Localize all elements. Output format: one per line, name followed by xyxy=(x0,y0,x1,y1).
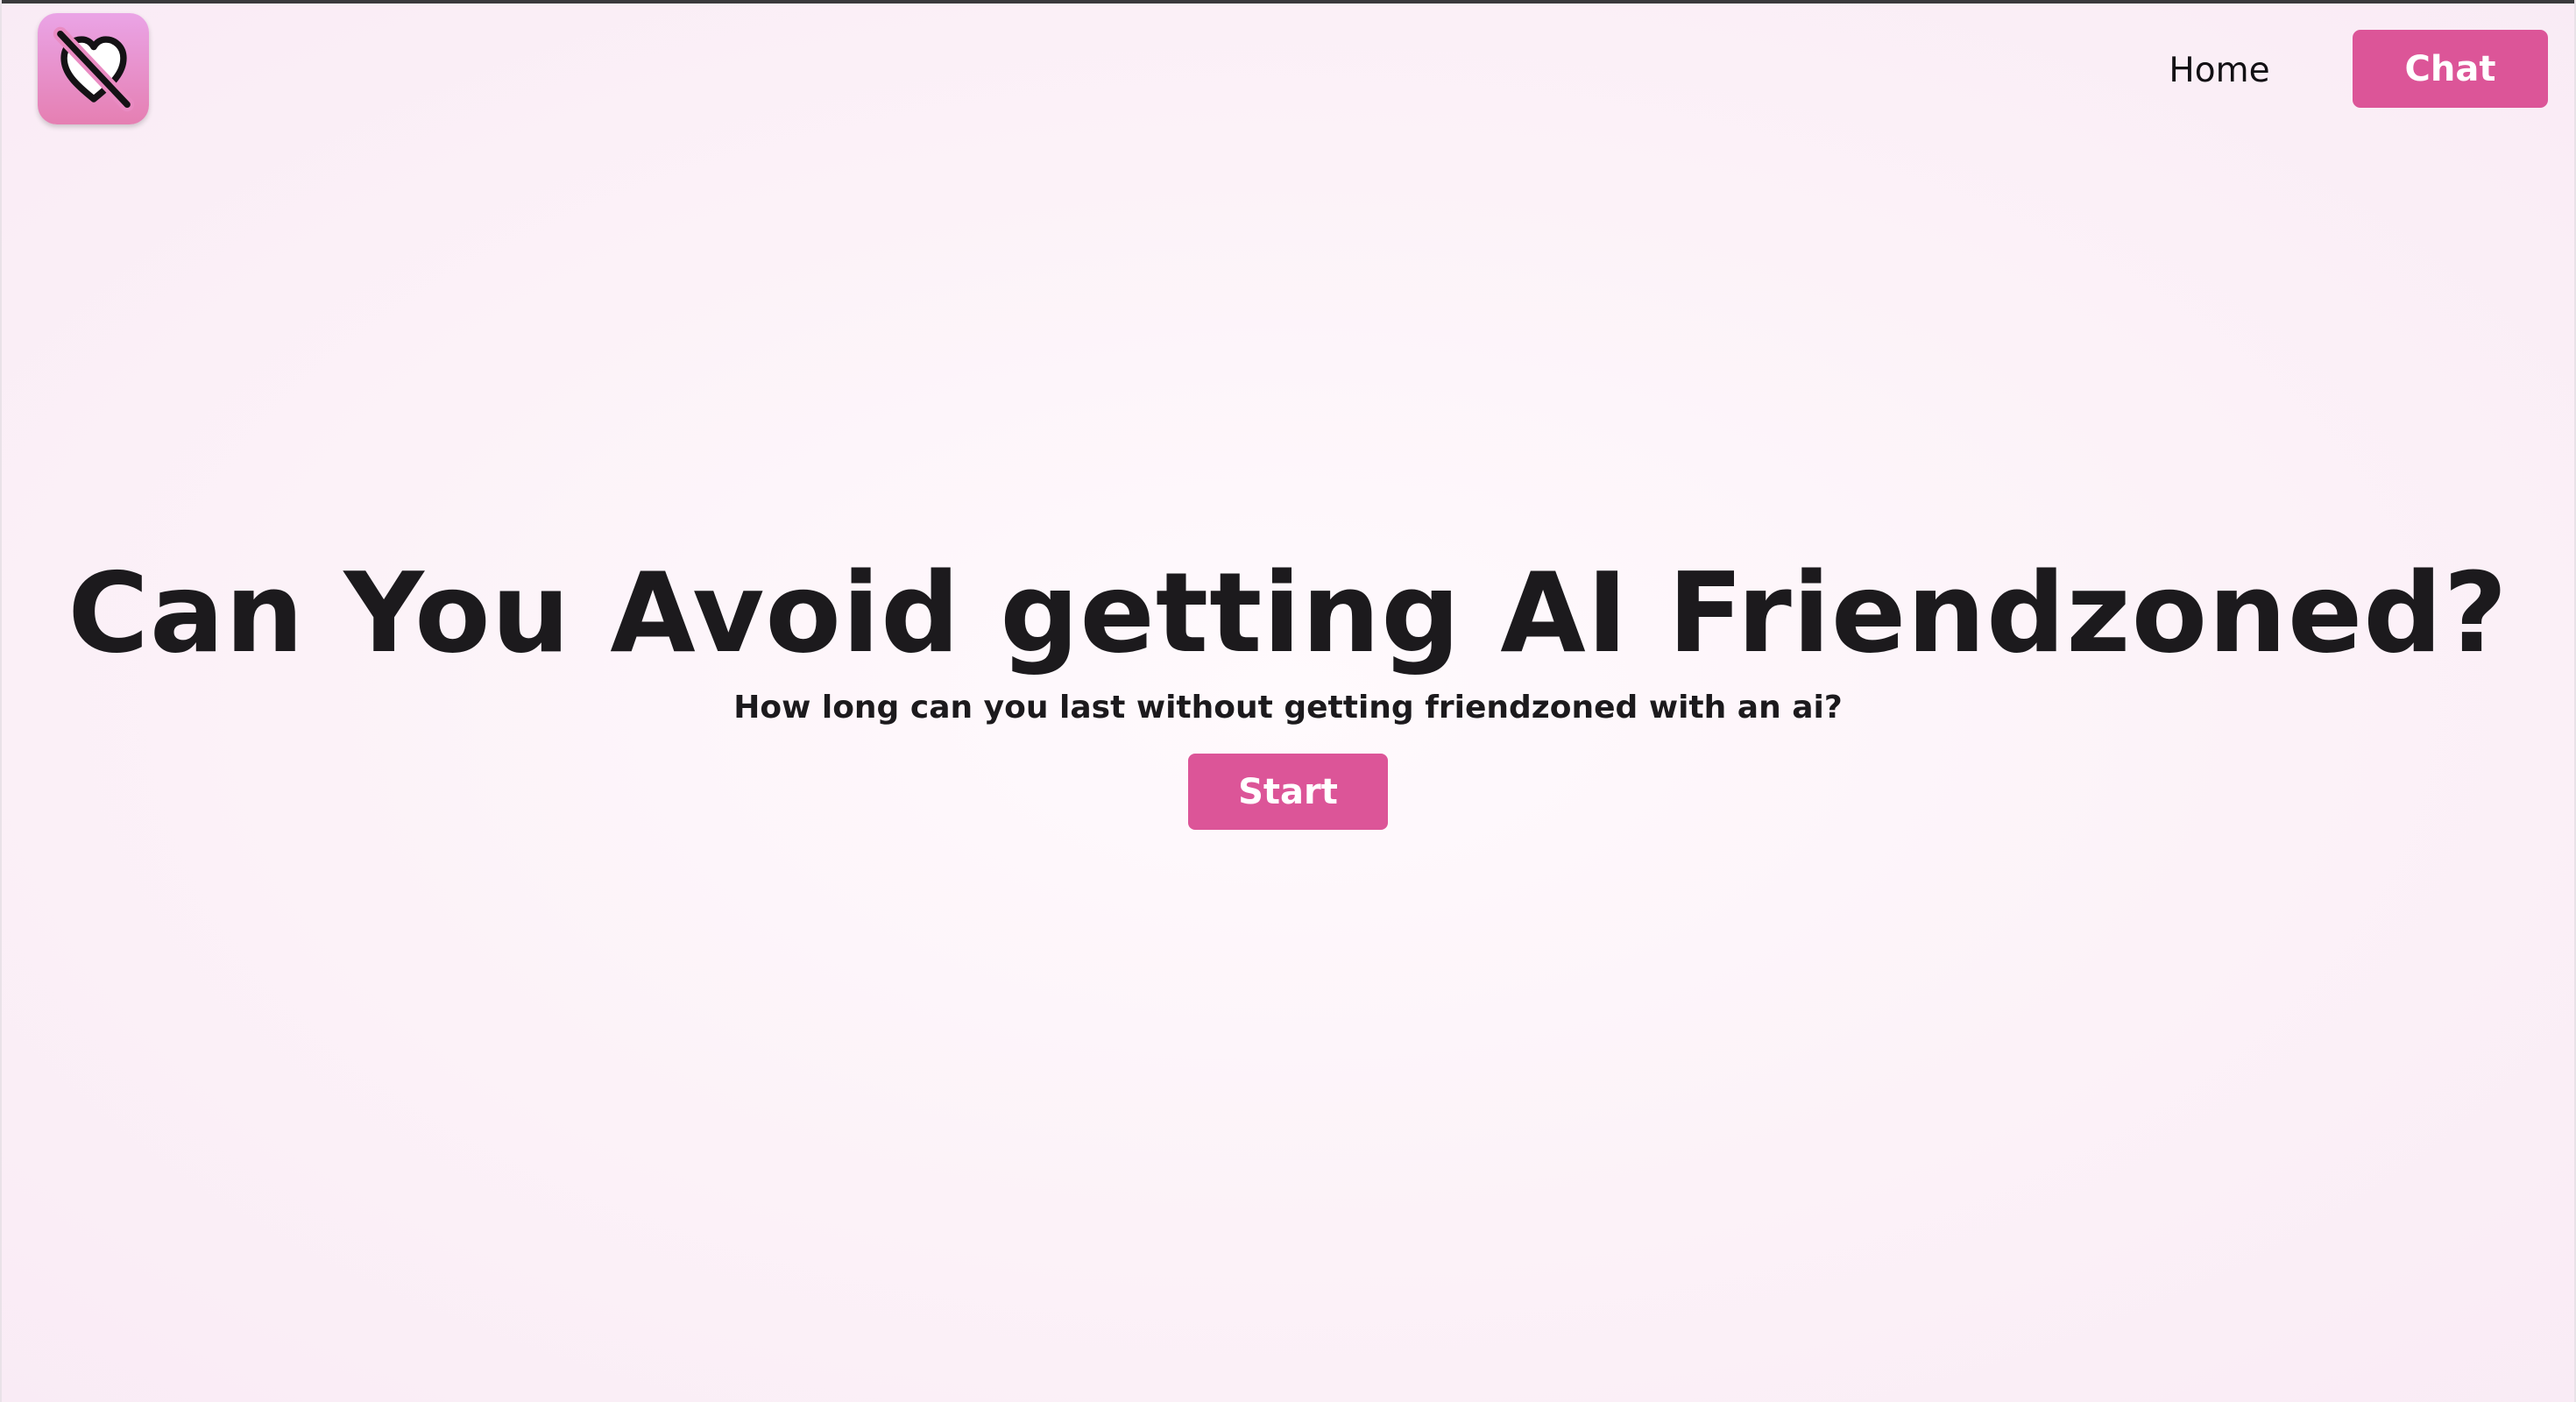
heart-crossed-out-icon xyxy=(53,26,134,111)
hero-subtitle: How long can you last without getting fr… xyxy=(733,690,1843,726)
hero-title: Can You Avoid getting AI Friendzoned? xyxy=(67,549,2509,677)
window-top-border xyxy=(0,0,2576,4)
start-button[interactable]: Start xyxy=(1188,754,1388,830)
nav-chat-button[interactable]: Chat xyxy=(2353,30,2548,108)
logo[interactable] xyxy=(38,13,149,124)
nav-home-link[interactable]: Home xyxy=(2145,42,2294,98)
